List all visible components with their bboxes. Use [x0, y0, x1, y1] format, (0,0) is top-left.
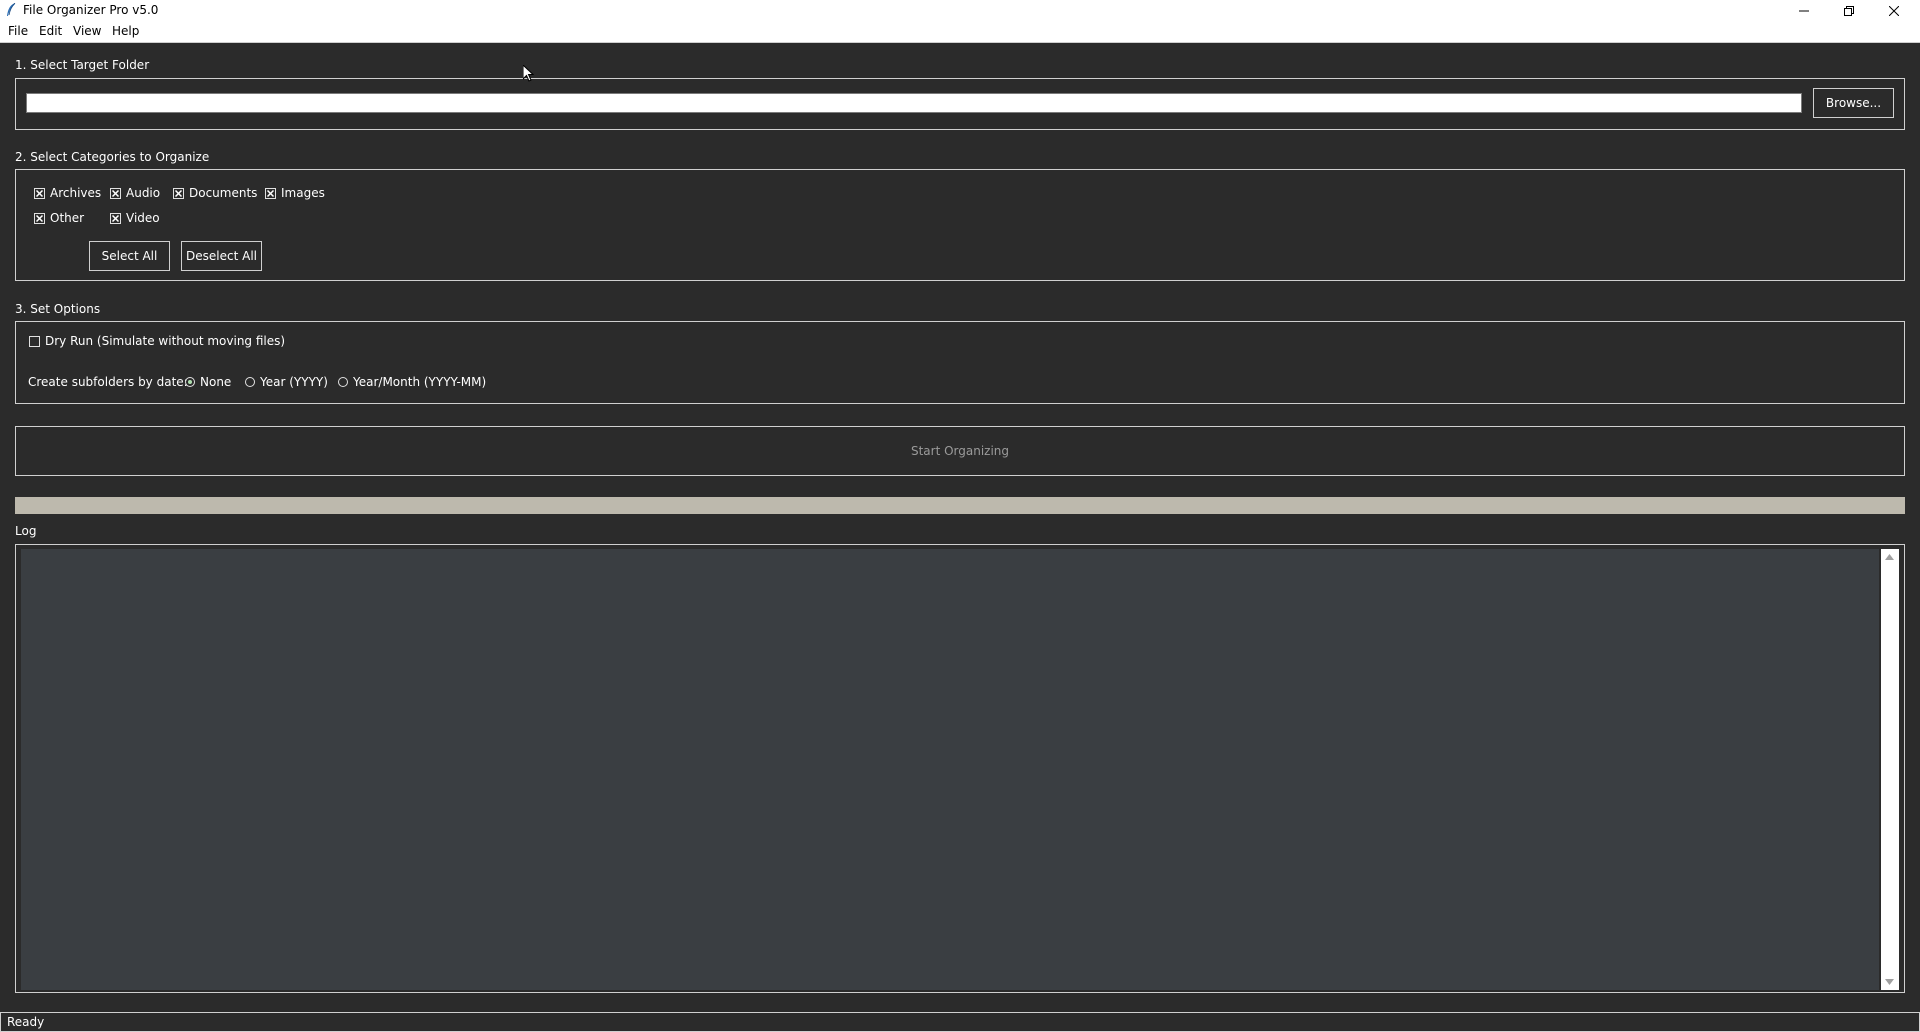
start-organizing-button[interactable]: Start Organizing	[15, 426, 1905, 476]
radio-date-year-month[interactable]: Year/Month (YYYY-MM)	[338, 375, 486, 389]
close-icon	[1888, 5, 1899, 16]
progress-bar	[15, 497, 1905, 514]
radio-date-none[interactable]: None	[185, 375, 231, 389]
radio-label: Year (YYYY)	[260, 375, 328, 389]
dry-run-checkbox[interactable]: Dry Run (Simulate without moving files)	[29, 334, 285, 348]
checkbox-label: Documents	[189, 186, 258, 200]
menu-view[interactable]: View	[72, 24, 102, 38]
restore-button[interactable]	[1826, 0, 1871, 21]
restore-icon	[1843, 5, 1854, 16]
select-all-button[interactable]: Select All	[89, 241, 170, 271]
checkbox-checked-icon	[265, 187, 276, 199]
checkbox-documents[interactable]: Documents	[173, 186, 257, 200]
scroll-up-icon[interactable]	[1885, 554, 1894, 560]
feather-icon	[6, 2, 16, 17]
dry-run-label: Dry Run (Simulate without moving files)	[45, 334, 286, 348]
mouse-cursor-icon	[523, 65, 535, 82]
browse-button[interactable]: Browse...	[1813, 88, 1894, 118]
status-bar: Ready	[0, 1012, 1920, 1032]
radio-label: None	[200, 375, 232, 389]
checkbox-label: Video	[126, 211, 160, 225]
radio-label: Year/Month (YYYY-MM)	[353, 375, 487, 389]
radio-selected-icon	[185, 377, 195, 387]
log-text-area[interactable]	[21, 549, 1879, 990]
window-title: File Organizer Pro v5.0	[23, 3, 159, 17]
menu-bar: File Edit View Help	[0, 21, 1920, 43]
menu-file[interactable]: File	[7, 24, 29, 38]
checkbox-other[interactable]: Other	[34, 211, 84, 225]
folder-path-input[interactable]	[26, 93, 1802, 113]
checkbox-checked-icon	[34, 187, 45, 199]
radio-unselected-icon	[338, 377, 348, 387]
options-label: 3. Set Options	[15, 302, 101, 316]
checkbox-unchecked-icon	[29, 335, 40, 347]
checkbox-label: Audio	[126, 186, 161, 200]
deselect-all-button[interactable]: Deselect All	[181, 241, 262, 271]
title-bar: File Organizer Pro v5.0	[0, 0, 1920, 21]
checkbox-checked-icon	[110, 187, 121, 199]
checkbox-label: Other	[50, 211, 85, 225]
checkbox-images[interactable]: Images	[265, 186, 325, 200]
checkbox-label: Images	[281, 186, 325, 200]
checkbox-video[interactable]: Video	[110, 211, 160, 225]
checkbox-checked-icon	[110, 212, 121, 224]
minimize-icon	[1798, 10, 1809, 11]
log-label: Log	[15, 524, 37, 538]
checkbox-audio[interactable]: Audio	[110, 186, 160, 200]
close-button[interactable]	[1871, 0, 1916, 21]
menu-edit[interactable]: Edit	[38, 24, 63, 38]
subfolders-label: Create subfolders by date:	[28, 375, 188, 389]
checkbox-label: Archives	[50, 186, 102, 200]
target-folder-label: 1. Select Target Folder	[15, 58, 150, 72]
target-folder-frame: Browse...	[15, 78, 1905, 130]
options-frame: Dry Run (Simulate without moving files) …	[15, 321, 1905, 404]
checkbox-checked-icon	[173, 187, 184, 199]
menu-help[interactable]: Help	[111, 24, 140, 38]
radio-date-year[interactable]: Year (YYYY)	[245, 375, 328, 389]
log-scrollbar[interactable]	[1881, 549, 1899, 990]
scroll-down-icon[interactable]	[1885, 979, 1894, 985]
categories-label: 2. Select Categories to Organize	[15, 150, 210, 164]
minimize-button[interactable]	[1781, 0, 1826, 21]
checkbox-checked-icon	[34, 212, 45, 224]
checkbox-archives[interactable]: Archives	[34, 186, 101, 200]
radio-unselected-icon	[245, 377, 255, 387]
log-frame	[15, 544, 1905, 993]
categories-frame: Archives Audio Documents Images Other Vi…	[15, 169, 1905, 281]
